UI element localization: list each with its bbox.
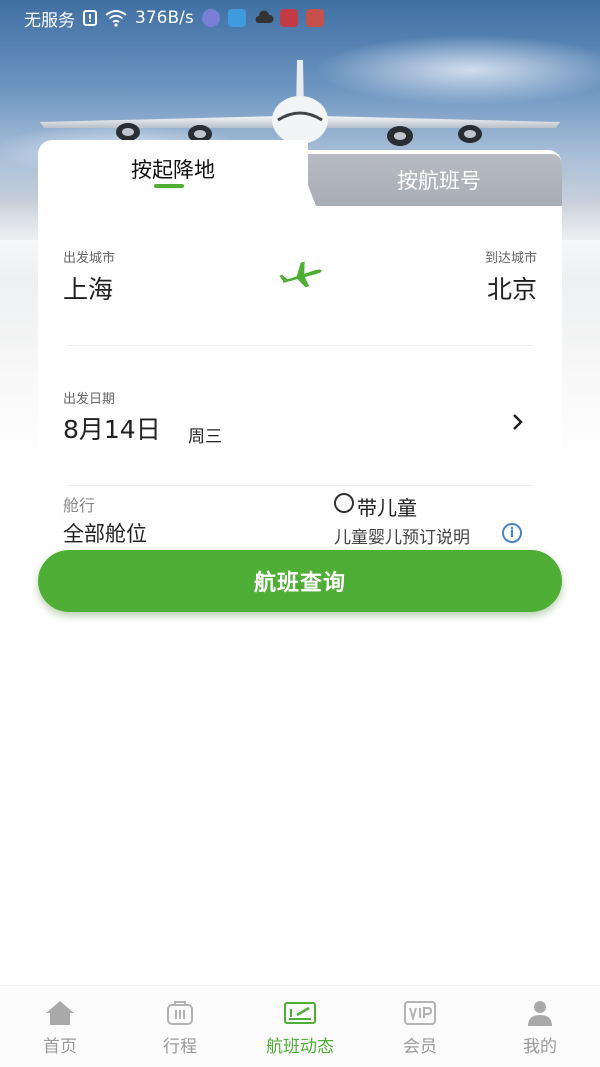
departure-city[interactable]: 上海 bbox=[63, 270, 113, 306]
search-mode-tabs: 按航班号 按起降地 bbox=[38, 140, 562, 206]
bottom-nav: 首页 行程 航班动态 会员 我的 bbox=[0, 985, 600, 1067]
departure-date-label: 出发日期 bbox=[63, 392, 116, 407]
network-speed: 376B/s bbox=[135, 8, 194, 28]
arrival-city[interactable]: 北京 bbox=[487, 270, 537, 306]
alert-icon: ! bbox=[83, 10, 97, 26]
home-icon bbox=[43, 998, 77, 1028]
nav-item-trips[interactable]: 行程 bbox=[120, 986, 240, 1067]
nav-item-home[interactable]: 首页 bbox=[0, 986, 120, 1067]
cloud-icon bbox=[254, 9, 274, 27]
airplane-swap-icon[interactable] bbox=[278, 260, 324, 290]
app-notification-icon bbox=[201, 9, 220, 27]
departure-city-label: 出发城市 bbox=[63, 251, 116, 266]
tab-by-flight-number[interactable]: 按航班号 bbox=[296, 154, 562, 206]
tab-by-route[interactable]: 按起降地 bbox=[38, 140, 308, 206]
child-booking-note-link[interactable]: 儿童婴儿预订说明 bbox=[334, 523, 470, 548]
vip-icon bbox=[403, 998, 437, 1028]
app-notification-icon bbox=[227, 9, 246, 27]
tab-label: 按起降地 bbox=[131, 158, 215, 182]
wifi-icon bbox=[105, 10, 127, 27]
nav-label: 会员 bbox=[403, 1037, 437, 1057]
user-icon bbox=[523, 998, 557, 1028]
nav-label: 我的 bbox=[523, 1037, 557, 1057]
status-bar: 无服务 ! 376B/s bbox=[0, 0, 600, 36]
flight-search-button[interactable]: 航班查询 bbox=[38, 550, 562, 612]
app-notification-icon bbox=[305, 9, 324, 27]
divider bbox=[68, 345, 532, 346]
chevron-right-icon[interactable] bbox=[510, 412, 526, 432]
nav-item-profile[interactable]: 我的 bbox=[480, 986, 600, 1067]
nav-item-flight-status[interactable]: 航班动态 bbox=[240, 986, 360, 1067]
nav-label: 首页 bbox=[43, 1037, 77, 1057]
app-notification-icon bbox=[279, 9, 298, 27]
departure-date[interactable]: 8月14日 bbox=[63, 410, 161, 446]
airplane-image bbox=[40, 60, 560, 146]
luggage-icon bbox=[163, 998, 197, 1028]
departure-weekday: 周三 bbox=[188, 427, 222, 447]
cabin-value[interactable]: 全部舱位 bbox=[63, 518, 147, 548]
info-icon[interactable]: i bbox=[502, 523, 522, 543]
flight-board-icon bbox=[283, 998, 317, 1028]
carrier-text: 无服务 bbox=[24, 10, 75, 31]
nav-item-membership[interactable]: 会员 bbox=[360, 986, 480, 1067]
active-tab-indicator bbox=[154, 184, 184, 188]
nav-label: 航班动态 bbox=[266, 1037, 334, 1057]
child-label[interactable]: 带儿童 bbox=[357, 492, 417, 521]
nav-label: 行程 bbox=[163, 1037, 197, 1057]
cabin-label: 舱行 bbox=[63, 496, 96, 515]
divider bbox=[68, 485, 532, 486]
tab-label: 按航班号 bbox=[397, 169, 481, 193]
arrival-city-label: 到达城市 bbox=[484, 251, 537, 266]
child-radio[interactable] bbox=[334, 493, 354, 513]
search-button-label: 航班查询 bbox=[253, 571, 346, 596]
